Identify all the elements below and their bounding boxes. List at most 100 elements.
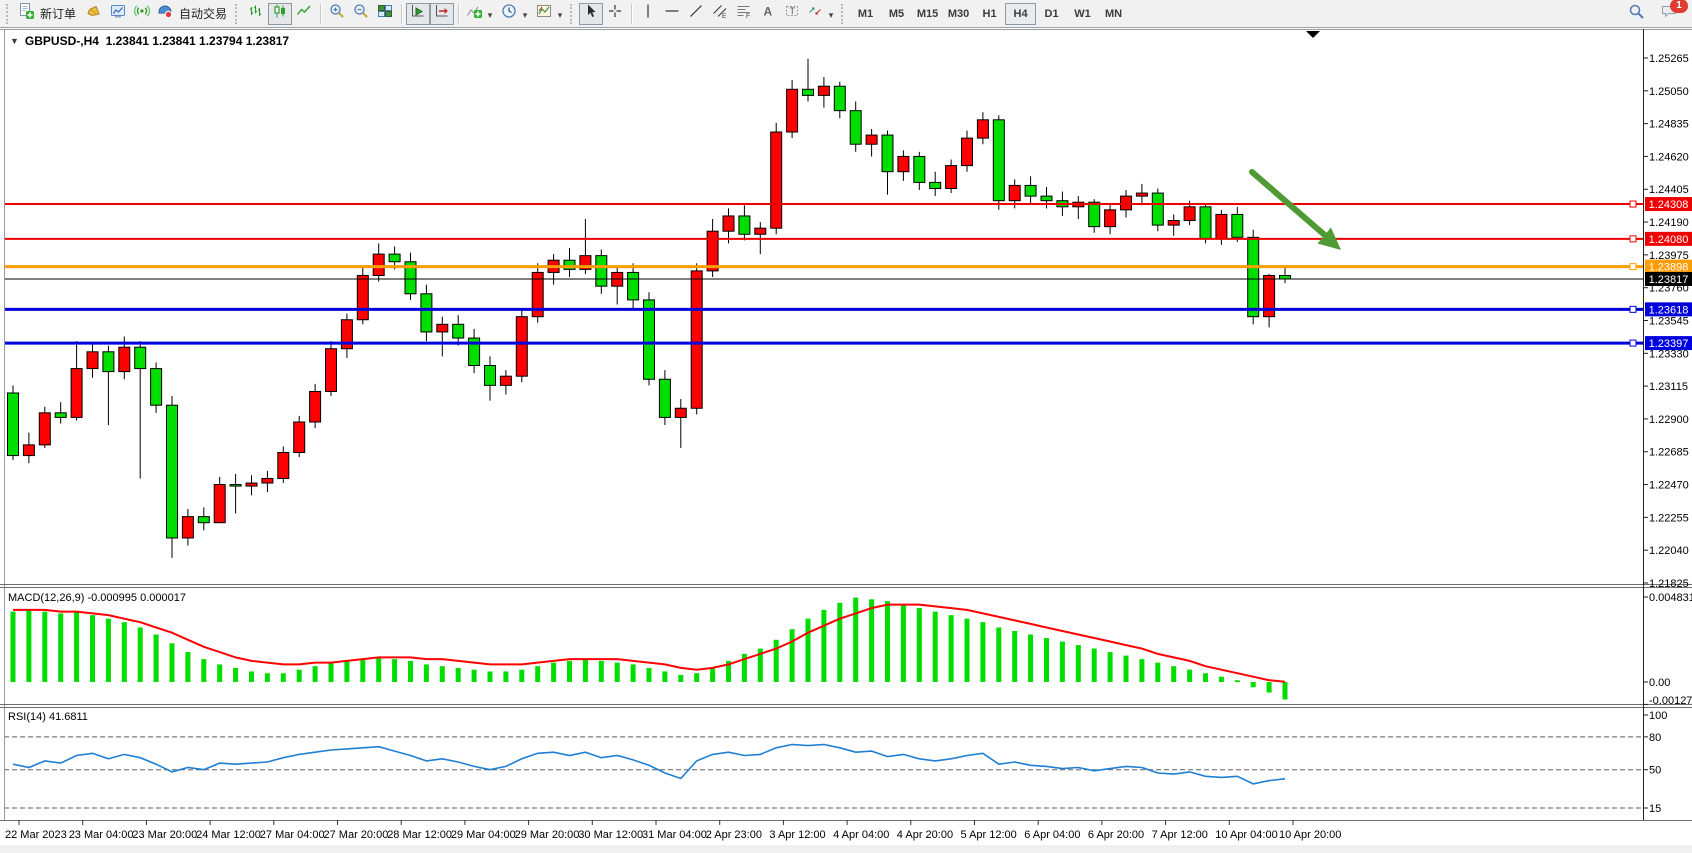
tab-timeframe-m15[interactable]: M15 xyxy=(912,3,943,25)
chart-shift-button[interactable] xyxy=(430,3,454,25)
price-tag-label: 1.23898 xyxy=(1649,262,1689,274)
zoom-in-icon xyxy=(329,3,345,24)
auto-scroll-button[interactable] xyxy=(406,3,430,25)
zoom-out-icon xyxy=(353,3,369,24)
line-anchor-handle xyxy=(1630,201,1636,207)
price-axis-label: 1.22040 xyxy=(1649,545,1689,557)
price-axis-label: 1.24190 xyxy=(1649,217,1689,229)
toolbar-grip[interactable] xyxy=(841,4,846,24)
tab-timeframe-m5[interactable]: M5 xyxy=(881,3,912,25)
zoom-in-button[interactable] xyxy=(325,3,349,25)
line-anchor-handle xyxy=(1630,236,1636,242)
auto-trading-button[interactable]: 自动交易 xyxy=(154,3,233,25)
time-axis-label: 30 Mar 12:00 xyxy=(578,829,643,841)
price-axis-label: 1.23760 xyxy=(1649,283,1689,295)
horn-icon xyxy=(86,3,102,24)
periods-button[interactable] xyxy=(498,3,533,25)
chart-title-bar: ▼ GBPUSD-,H4 1.23841 1.23841 1.23794 1.2… xyxy=(10,34,289,48)
search-button[interactable] xyxy=(1624,3,1648,25)
macd-axis-label: -0.001273 xyxy=(1649,695,1692,707)
price-axis-label: 1.21825 xyxy=(1649,578,1689,590)
chart-canvas[interactable]: 1.243081.240801.238981.238171.236181.233… xyxy=(0,29,1692,853)
line-chart-icon xyxy=(296,3,312,24)
tab-timeframe-m1[interactable]: M1 xyxy=(850,3,881,25)
trendline-tool-button[interactable] xyxy=(684,3,708,25)
price-axis-label: 1.22470 xyxy=(1649,480,1689,492)
line-anchor-handle xyxy=(1630,340,1636,346)
line-anchor-handle xyxy=(1630,264,1636,270)
cursor-icon xyxy=(583,3,599,24)
tab-timeframe-m30[interactable]: M30 xyxy=(943,3,974,25)
crosshair-tool-button[interactable] xyxy=(603,3,627,25)
tile-windows-button[interactable] xyxy=(373,3,397,25)
time-axis-label: 2 Apr 23:00 xyxy=(706,829,762,841)
toolbar-grip[interactable] xyxy=(235,4,240,24)
time-axis-label: 22 Mar 2023 xyxy=(5,829,67,841)
svg-text:F: F xyxy=(746,13,750,19)
chevron-down-icon xyxy=(555,5,565,23)
signals-button[interactable] xyxy=(130,3,154,25)
text-tool-button[interactable]: A xyxy=(756,3,780,25)
collapse-chart-icon[interactable]: ▼ xyxy=(10,36,19,46)
rsi-indicator-label: RSI(14) 41.6811 xyxy=(8,711,88,723)
auto-trading-icon xyxy=(157,3,173,24)
zoom-out-button[interactable] xyxy=(349,3,373,25)
time-axis-label: 3 Apr 12:00 xyxy=(769,829,825,841)
time-axis-label: 27 Mar 20:00 xyxy=(324,829,389,841)
new-order-button[interactable]: 新订单 xyxy=(15,3,82,25)
price-axis-label: 1.23975 xyxy=(1649,250,1689,262)
candlestick-mode-button[interactable] xyxy=(268,3,292,25)
label-tool-button[interactable]: T xyxy=(780,3,804,25)
time-axis-label: 6 Apr 04:00 xyxy=(1024,829,1080,841)
indicators-button[interactable] xyxy=(463,3,498,25)
rsi-axis-label: 80 xyxy=(1649,732,1661,744)
chevron-down-icon xyxy=(826,5,836,23)
channel-tool-button[interactable]: E xyxy=(708,3,732,25)
time-axis-label: 10 Apr 20:00 xyxy=(1279,829,1341,841)
chart-window-button[interactable] xyxy=(106,3,130,25)
line-chart-mode-button[interactable] xyxy=(292,3,316,25)
macd-axis-label: 0.00 xyxy=(1649,677,1670,689)
vertical-line-tool-button[interactable] xyxy=(636,3,660,25)
trendline-icon xyxy=(688,3,704,24)
toolbar-grip[interactable] xyxy=(570,4,575,24)
time-axis-label: 4 Apr 20:00 xyxy=(897,829,953,841)
templates-button[interactable] xyxy=(533,3,568,25)
toolbar-grip[interactable] xyxy=(6,4,11,24)
macd-axis-label: 0.004831 xyxy=(1649,592,1692,604)
fibonacci-icon: F xyxy=(736,3,752,24)
chevron-down-icon xyxy=(485,5,495,23)
cursor-tool-button[interactable] xyxy=(579,3,603,25)
text-icon: A xyxy=(760,3,776,24)
tab-timeframe-d1[interactable]: D1 xyxy=(1036,3,1067,25)
tab-timeframe-h1[interactable]: H1 xyxy=(974,3,1005,25)
horizontal-line-tool-button[interactable] xyxy=(660,3,684,25)
notifications-button[interactable]: 1 xyxy=(1658,3,1682,25)
price-axis-label: 1.22685 xyxy=(1649,447,1689,459)
bar-chart-mode-button[interactable] xyxy=(244,3,268,25)
tab-timeframe-mn[interactable]: MN xyxy=(1098,3,1129,25)
alerts-button[interactable] xyxy=(82,3,106,25)
price-axis-label: 1.22900 xyxy=(1649,414,1689,426)
time-axis-label: 4 Apr 04:00 xyxy=(833,829,889,841)
tab-timeframe-w1[interactable]: W1 xyxy=(1067,3,1098,25)
trading-terminal-window: 新订单 自动交易 xyxy=(0,0,1692,853)
fibonacci-tool-button[interactable]: F xyxy=(732,3,756,25)
svg-text:E: E xyxy=(722,13,727,19)
macd-indicator-label: MACD(12,26,9) -0.000995 0.000017 xyxy=(8,592,186,604)
price-axis-label: 1.23115 xyxy=(1649,381,1688,393)
time-axis-label: 27 Mar 04:00 xyxy=(260,829,325,841)
price-axis-label: 1.23330 xyxy=(1649,348,1689,360)
price-tag-label: 1.24308 xyxy=(1649,199,1689,211)
tab-timeframe-h4[interactable]: H4 xyxy=(1005,3,1036,25)
equidistant-channel-icon: E xyxy=(712,3,728,24)
svg-text:A: A xyxy=(764,5,773,19)
indicators-icon xyxy=(466,3,482,24)
toolbar-separator xyxy=(631,4,632,24)
rsi-axis-label: 15 xyxy=(1649,803,1661,815)
tile-windows-icon xyxy=(377,3,393,24)
clock-icon xyxy=(501,3,517,24)
price-axis-label: 1.24405 xyxy=(1649,184,1689,196)
arrows-tool-button[interactable] xyxy=(804,3,839,25)
chart-background xyxy=(0,29,1692,853)
